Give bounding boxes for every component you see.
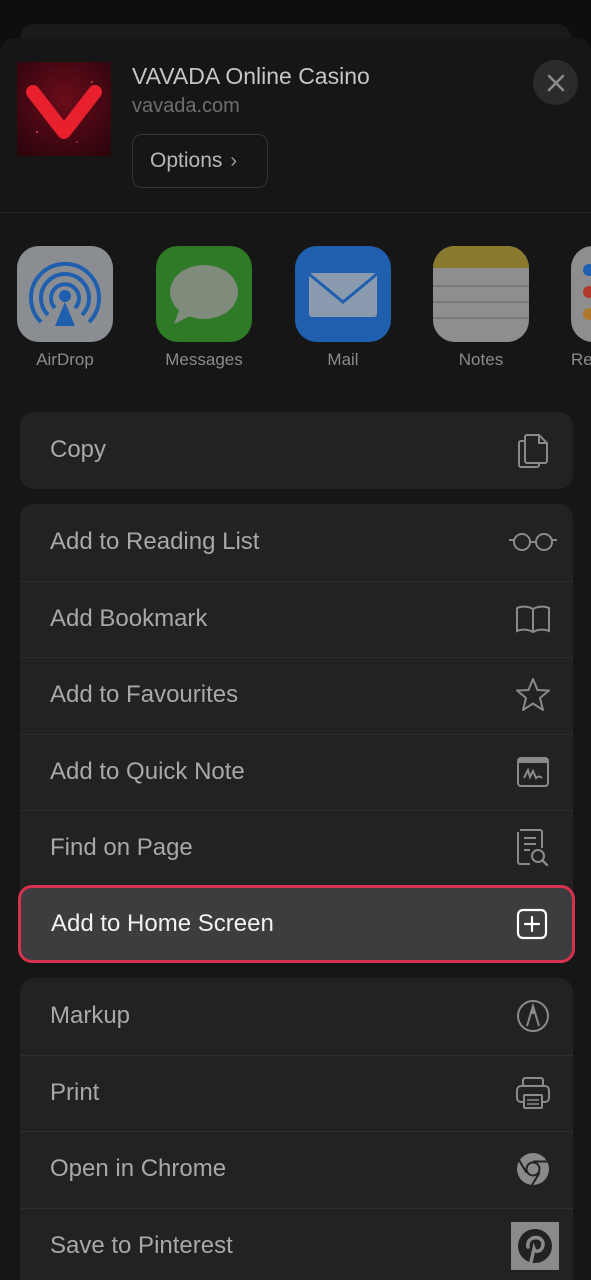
action-label: Add to Reading List (50, 528, 260, 556)
share-app-airdrop[interactable]: AirDrop (17, 246, 113, 370)
action-label: Find on Page (50, 834, 193, 862)
action-copy[interactable]: Copy (20, 412, 573, 489)
action-open-in-chrome[interactable]: Open in Chrome (20, 1131, 573, 1208)
share-app-label: Mail (327, 350, 359, 369)
action-markup[interactable]: Markup (20, 978, 573, 1055)
share-app-mail[interactable]: Mail (295, 246, 391, 370)
site-logo (17, 62, 111, 156)
options-label: Options (150, 149, 223, 172)
mail-icon (295, 246, 391, 342)
action-add-bookmark[interactable]: Add Bookmark (20, 580, 573, 658)
notes-icon (433, 246, 529, 342)
action-label: Add Bookmark (50, 604, 208, 632)
action-label: Add to Home Screen (51, 910, 274, 937)
action-add-to-home-screen[interactable]: Add to Home Screen (18, 885, 575, 963)
find-on-page-icon (513, 828, 553, 868)
action-label: Add to Quick Note (50, 757, 245, 785)
action-find-on-page[interactable]: Find on Page (20, 810, 573, 887)
printer-icon (513, 1073, 553, 1113)
messages-icon (156, 246, 252, 342)
share-app-label: Notes (458, 350, 504, 369)
share-app-label: AirDrop (36, 350, 94, 369)
share-app-notes[interactable]: Notes (433, 246, 529, 370)
glasses-icon (507, 522, 559, 562)
share-app-reminders[interactable]: Re (571, 246, 591, 370)
action-save-to-pinterest[interactable]: Save to Pinterest (20, 1207, 573, 1280)
chevron-right-icon: › (230, 149, 238, 172)
action-print[interactable]: Print (20, 1054, 573, 1132)
action-label: Print (50, 1078, 100, 1106)
star-icon (513, 675, 553, 715)
share-apps-row: AirDrop Messages Mail Notes Re (0, 246, 591, 376)
actions-group-apps: Markup Print Open in Chrome Save to Pint… (20, 978, 573, 1280)
copy-icon (513, 430, 553, 470)
share-app-label: Messages (165, 350, 243, 369)
action-add-to-favourites[interactable]: Add to Favourites (20, 657, 573, 734)
share-header: VAVADA Online Casino vavada.com Options … (0, 38, 591, 214)
airdrop-icon (17, 246, 113, 342)
pinterest-icon (511, 1221, 559, 1270)
close-icon (547, 74, 564, 91)
page-title: VAVADA Online Casino (132, 63, 370, 89)
actions-group-page: Add to Reading List Add Bookmark Add to … (18, 504, 575, 963)
reminders-icon (571, 246, 591, 342)
action-add-to-reading-list[interactable]: Add to Reading List (20, 504, 573, 581)
actions-group-copy: Copy (20, 412, 573, 489)
share-sheet-screen: VAVADA Online Casino vavada.com Options … (0, 0, 591, 1280)
share-app-messages[interactable]: Messages (156, 246, 252, 370)
header-divider (0, 212, 591, 213)
action-label: Copy (50, 436, 107, 464)
chrome-icon (513, 1149, 553, 1189)
share-sheet: VAVADA Online Casino vavada.com Options … (0, 38, 591, 1280)
action-add-to-quick-note[interactable]: Add to Quick Note (20, 733, 573, 811)
action-label: Open in Chrome (50, 1155, 227, 1183)
page-url: vavada.com (132, 95, 240, 117)
quick-note-icon (513, 752, 553, 792)
action-label: Markup (50, 1002, 131, 1030)
add-square-icon (512, 904, 552, 944)
options-button[interactable]: Options › (132, 134, 268, 188)
close-button[interactable] (533, 60, 578, 105)
share-app-label: Re (571, 350, 591, 369)
action-label: Save to Pinterest (50, 1231, 233, 1259)
book-icon (513, 599, 553, 639)
markup-icon (513, 996, 553, 1036)
action-label: Add to Favourites (50, 681, 239, 709)
